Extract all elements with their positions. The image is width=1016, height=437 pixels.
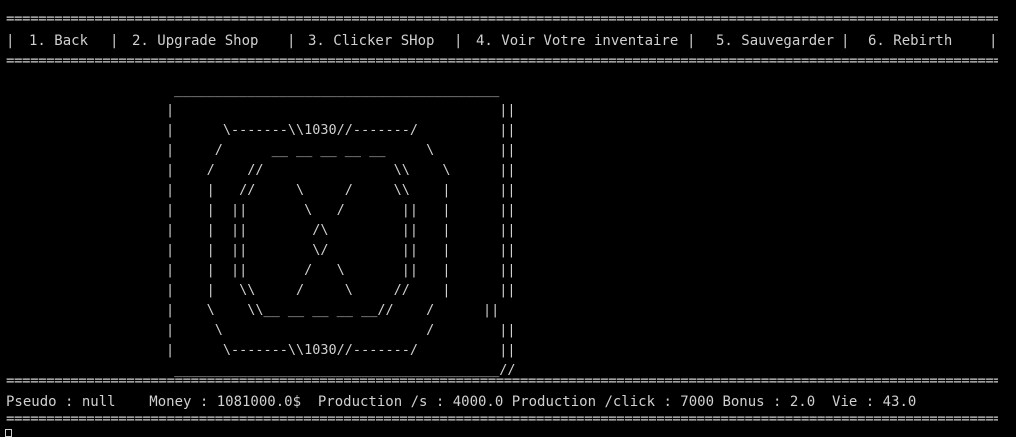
menu-pipe: | <box>989 33 998 49</box>
separator-status-top: ========================================… <box>6 376 998 386</box>
art-line: | / __ __ __ __ __ \ || <box>166 142 516 158</box>
menu-pipe: | <box>110 33 119 49</box>
menu-pipe: | <box>687 33 696 49</box>
menu-item-back[interactable]: 1. Back <box>29 31 88 51</box>
menu-item-upgrade-shop[interactable]: 2. Upgrade Shop <box>132 31 258 51</box>
main-menu: | 1. Back | 2. Upgrade Shop | 3. Clicker… <box>6 31 1006 51</box>
menu-pipe: | <box>287 33 296 49</box>
separator-menu-bottom: ========================================… <box>6 56 998 66</box>
art-line: | | || \/ || | || <box>166 242 516 258</box>
art-line: | \-------\\1030//-------/ || <box>166 122 516 138</box>
art-line: | \ \\__ __ __ __ __// / || <box>166 302 500 318</box>
art-line: | \ / || <box>166 322 516 338</box>
menu-item-rebirth[interactable]: 6. Rebirth <box>868 31 952 51</box>
menu-item-inventory[interactable]: 4. Voir Votre inventaire <box>476 31 678 51</box>
menu-item-save[interactable]: 5. Sauvegarder <box>716 31 834 51</box>
separator-status-bottom: ========================================… <box>6 414 998 424</box>
art-line: | | || / \ || | || <box>166 262 516 278</box>
separator-top: ========================================… <box>6 14 998 24</box>
art-line: | \-------\\1030//-------/ || <box>166 342 516 358</box>
status-line: Pseudo : null Money : 1081000.0$ Product… <box>6 394 917 410</box>
menu-pipe: | <box>454 33 463 49</box>
art-line: | | // \ / \\ | || <box>166 182 516 198</box>
art-line: | || <box>166 102 516 118</box>
art-line: ________________________________________ <box>166 82 500 98</box>
clicker-ascii-art[interactable]: ________________________________________… <box>166 80 516 380</box>
art-line: | | || /\ || | || <box>166 222 516 238</box>
menu-pipe: | <box>6 33 15 49</box>
art-line: | | \\ / \ // | || <box>166 282 516 298</box>
terminal-window[interactable]: ========================================… <box>0 0 1016 437</box>
terminal-cursor <box>5 429 12 437</box>
art-line: | / // \\ \ || <box>166 162 516 178</box>
art-line: | | || \ / || | || <box>166 202 516 218</box>
menu-item-clicker-shop[interactable]: 3. Clicker SHop <box>308 31 434 51</box>
menu-pipe: | <box>841 33 850 49</box>
